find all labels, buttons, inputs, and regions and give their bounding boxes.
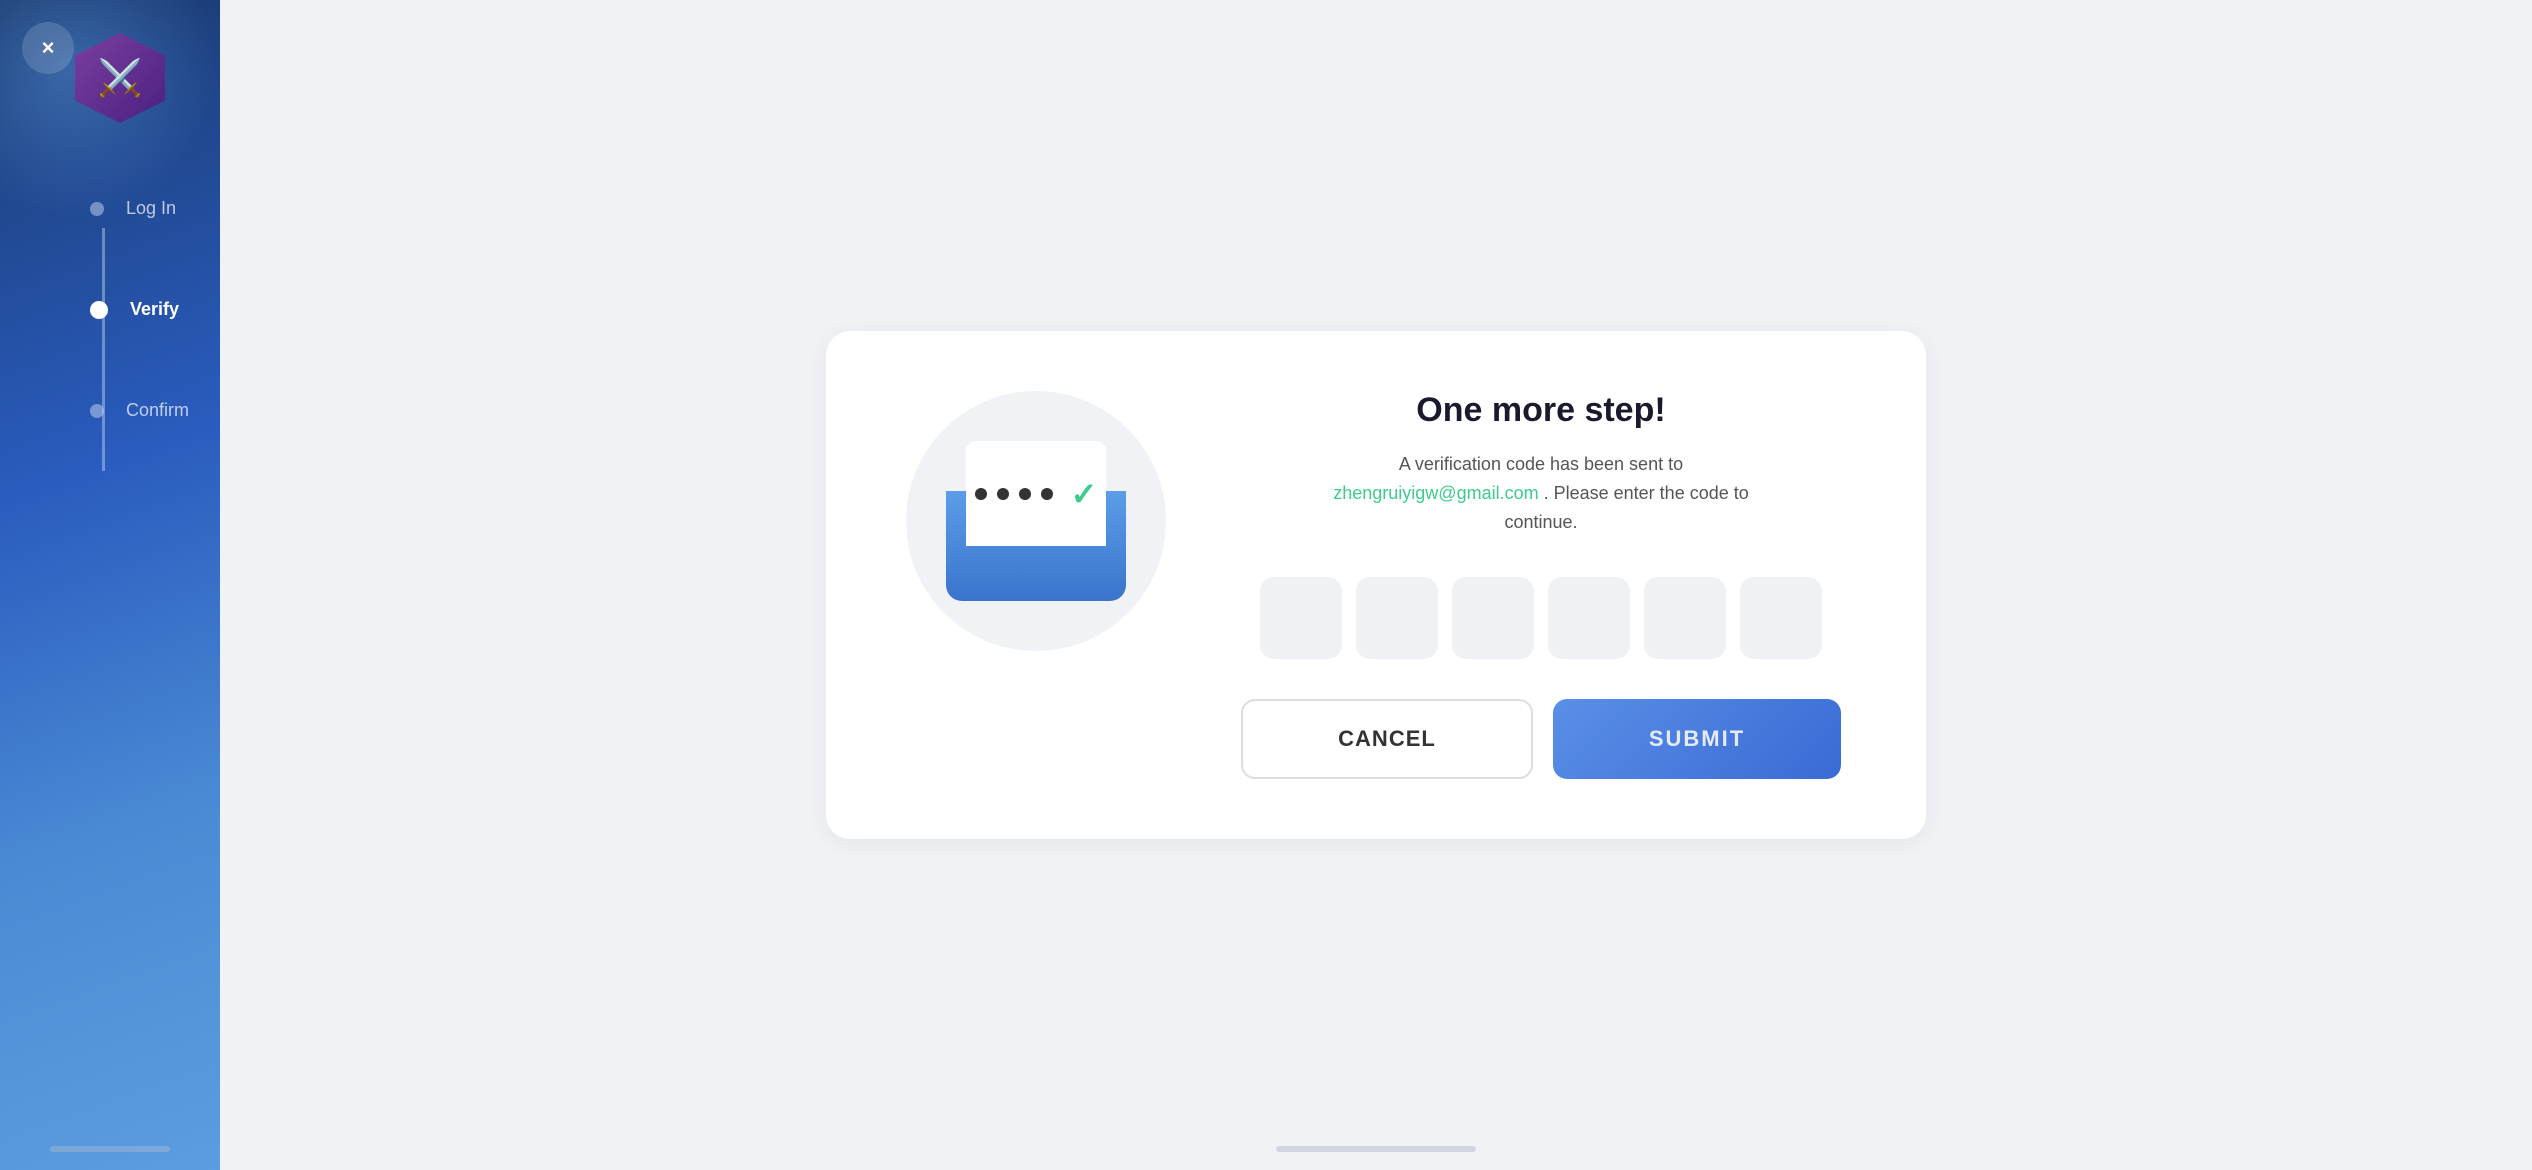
- logo-hexagon: ⚔️: [60, 18, 180, 138]
- step-label-verify: Verify: [130, 299, 179, 320]
- verify-card: ✓ One more step! A verification code has…: [826, 331, 1926, 838]
- code-input-3[interactable]: [1452, 577, 1534, 659]
- step-label-login: Log In: [126, 198, 176, 219]
- bottom-scroll-indicator: [1276, 1146, 1476, 1152]
- dots-row: ✓: [975, 475, 1098, 513]
- email-circle-bg: ✓: [906, 391, 1166, 651]
- email-icon-wrap: ✓: [946, 441, 1126, 601]
- step-dot-confirm: [90, 404, 104, 418]
- dot-1: [975, 488, 987, 500]
- code-input-5[interactable]: [1644, 577, 1726, 659]
- form-area: One more step! A verification code has b…: [1236, 391, 1846, 778]
- cancel-button[interactable]: CANCEL: [1241, 699, 1533, 779]
- sidebar: × ⚔️ Log In Verify Confirm: [0, 0, 220, 1170]
- close-button[interactable]: ×: [22, 22, 74, 74]
- sidebar-scroll-indicator: [50, 1146, 170, 1152]
- logo-area: ⚔️: [60, 18, 180, 138]
- submit-button[interactable]: SUBMIT: [1553, 699, 1841, 779]
- illustration-area: ✓: [906, 391, 1166, 651]
- step-confirm: Confirm: [90, 400, 189, 421]
- step-dot-login: [90, 202, 104, 216]
- check-icon: ✓: [1071, 475, 1098, 513]
- code-input-4[interactable]: [1548, 577, 1630, 659]
- hex-icon: ⚔️: [75, 33, 165, 123]
- step-login: Log In: [90, 198, 176, 219]
- action-buttons: CANCEL SUBMIT: [1241, 699, 1841, 779]
- step-label-confirm: Confirm: [126, 400, 189, 421]
- steps-container: Log In Verify Confirm: [0, 198, 220, 501]
- hex-symbol: ⚔️: [98, 57, 143, 99]
- step-dot-verify: [90, 301, 108, 319]
- code-input-1[interactable]: [1260, 577, 1342, 659]
- code-input-2[interactable]: [1356, 577, 1438, 659]
- content-area: ✓ One more step! A verification code has…: [220, 0, 2532, 1170]
- code-input-6[interactable]: [1740, 577, 1822, 659]
- dot-2: [997, 488, 1009, 500]
- subtitle-suffix: . Please enter the code to continue.: [1504, 483, 1748, 532]
- code-inputs: [1260, 577, 1822, 659]
- dot-3: [1019, 488, 1031, 500]
- step-connector-line: [102, 228, 105, 471]
- subtitle-text: A verification code has been sent to zhe…: [1301, 450, 1781, 536]
- email-paper: ✓: [966, 441, 1106, 546]
- subtitle-prefix: A verification code has been sent to: [1399, 454, 1683, 474]
- email-address: zhengruiyigw@gmail.com: [1333, 483, 1538, 503]
- close-icon: ×: [42, 37, 55, 59]
- step-verify: Verify: [90, 299, 179, 320]
- dot-4: [1041, 488, 1053, 500]
- page-title: One more step!: [1416, 391, 1665, 430]
